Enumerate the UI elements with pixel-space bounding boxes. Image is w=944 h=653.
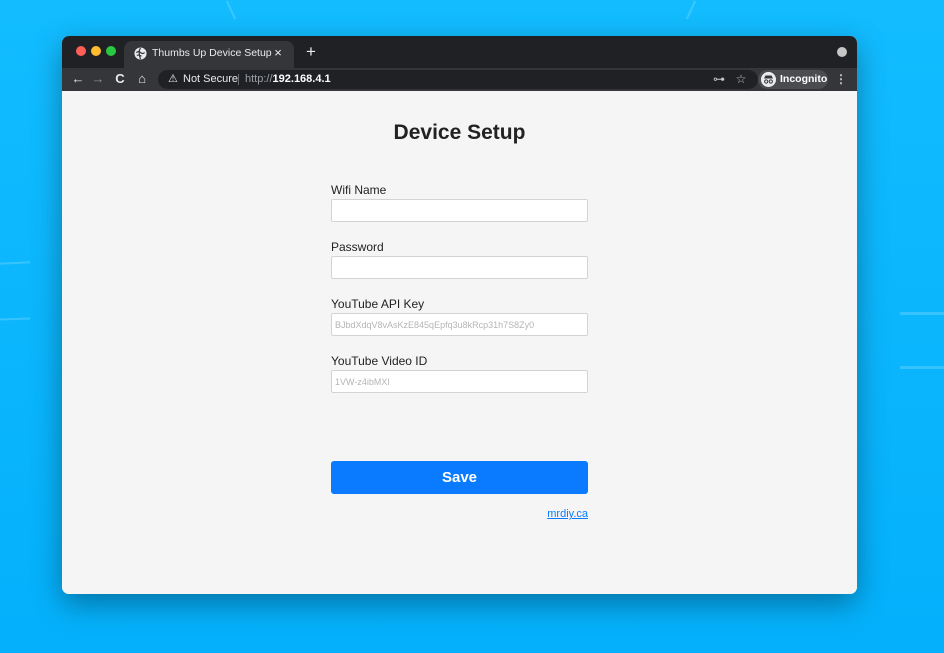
youtube-video-id-field: YouTube Video ID [331, 354, 588, 393]
browser-window: Thumbs Up Device Setup × + ← → C ⌂ ⚠ Not… [62, 36, 857, 594]
reload-icon[interactable]: C [112, 71, 128, 87]
new-tab-icon[interactable]: + [302, 43, 320, 61]
close-window-button[interactable] [76, 46, 86, 56]
address-url[interactable]: http://192.168.4.1 [245, 73, 331, 86]
wifi-name-input[interactable] [331, 199, 588, 222]
tab-title: Thumbs Up Device Setup [152, 47, 272, 59]
background-streak [225, 0, 237, 20]
kebab-menu-icon[interactable]: ⋮ [834, 71, 848, 87]
address-bar[interactable]: ⚠ Not Secure http://192.168.4.1 [158, 70, 758, 89]
url-scheme: http:// [245, 73, 273, 85]
page-title: Device Setup [393, 121, 526, 144]
incognito-profile-button[interactable]: Incognito [758, 70, 828, 89]
incognito-icon [761, 72, 776, 87]
wifi-name-label: Wifi Name [331, 183, 387, 197]
youtube-api-key-field: YouTube API Key [331, 297, 588, 336]
background-streak [685, 0, 697, 20]
mrdiy-link[interactable]: mrdiy.ca [331, 508, 588, 520]
password-field: Password [331, 240, 588, 279]
background-streak [900, 366, 944, 369]
incognito-label: Incognito [780, 73, 828, 85]
save-button[interactable]: Save [331, 461, 588, 494]
wifi-name-field: Wifi Name [331, 183, 588, 222]
address-divider [238, 74, 239, 85]
tab-search-icon[interactable] [837, 47, 847, 57]
warning-triangle-icon[interactable]: ⚠ [168, 72, 178, 87]
minimize-window-button[interactable] [91, 46, 101, 56]
youtube-video-id-input[interactable] [331, 370, 588, 393]
tab-close-icon[interactable]: × [270, 45, 286, 61]
globe-icon [134, 47, 147, 60]
key-icon[interactable]: ⊶ [712, 71, 726, 87]
arrow-right-icon[interactable]: → [90, 71, 106, 87]
password-input[interactable] [331, 256, 588, 279]
youtube-api-key-input[interactable] [331, 313, 588, 336]
background-streak [0, 261, 31, 265]
browser-toolbar: ← → C ⌂ ⚠ Not Secure http://192.168.4.1 … [62, 68, 857, 91]
tab-strip: Thumbs Up Device Setup × + [62, 36, 857, 68]
maximize-window-button[interactable] [106, 46, 116, 56]
star-icon[interactable]: ☆ [734, 71, 748, 87]
background-streak [0, 317, 31, 321]
security-status[interactable]: Not Secure [183, 73, 238, 86]
page-content: Device Setup Wifi Name Password YouTube … [62, 91, 857, 594]
url-host: 192.168.4.1 [272, 73, 331, 85]
home-icon[interactable]: ⌂ [134, 71, 150, 87]
tab-thumbs-up-device-setup[interactable]: Thumbs Up Device Setup × [124, 41, 294, 68]
youtube-video-id-label: YouTube Video ID [331, 354, 428, 368]
password-label: Password [331, 240, 384, 254]
arrow-left-icon[interactable]: ← [70, 71, 86, 87]
youtube-api-key-label: YouTube API Key [331, 297, 425, 311]
background-streak [900, 312, 944, 315]
